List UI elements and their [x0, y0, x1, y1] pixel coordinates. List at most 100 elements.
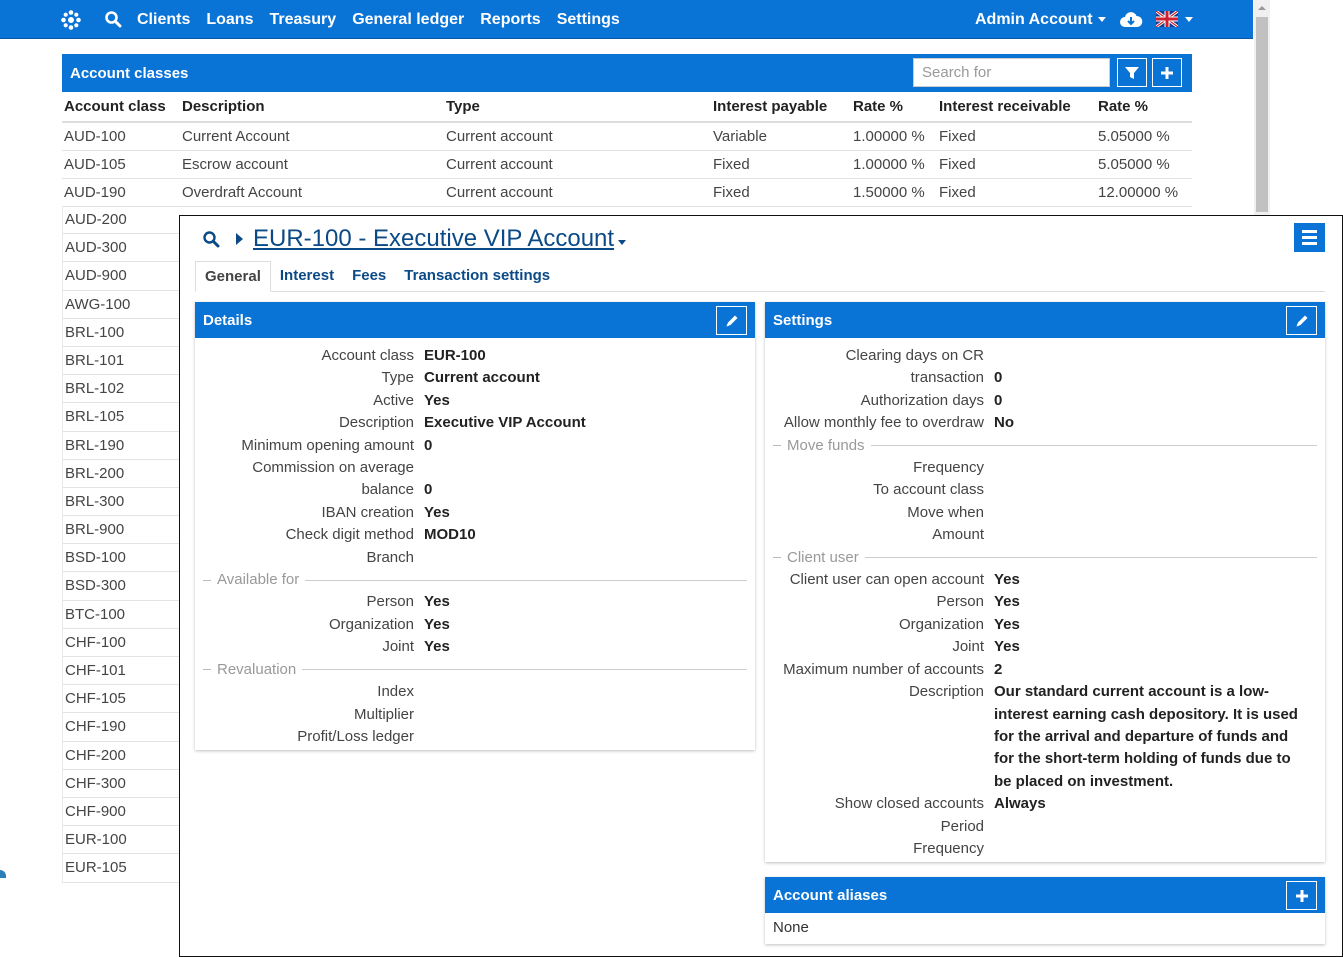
field-value: Yes [424, 638, 450, 656]
col-rate-payable[interactable]: Rate % [851, 92, 937, 123]
list-item[interactable]: BRL-300 [63, 488, 180, 517]
details-card: Details Account class EUR-100 Type Current … [195, 302, 755, 750]
caret-right-icon[interactable] [236, 233, 243, 245]
scrollbar-thumb[interactable] [1256, 17, 1268, 212]
list-item[interactable]: BRL-102 [63, 375, 180, 404]
list-item[interactable]: CHF-105 [63, 685, 180, 714]
table-header-row: Account class Description Type Interest … [62, 92, 1192, 123]
user-menu[interactable]: Admin Account [975, 0, 1106, 39]
scroll-up-arrow-icon[interactable] [1258, 6, 1266, 10]
list-item[interactable]: AUD-200 [63, 206, 180, 235]
list-item[interactable]: BRL-105 [63, 403, 180, 432]
field-row: Organization Yes [195, 614, 755, 636]
field-label: Description [908, 683, 984, 701]
list-item[interactable]: CHF-190 [63, 713, 180, 742]
field-value: 0 [424, 481, 433, 499]
field-row: To account class [765, 479, 1325, 501]
list-item[interactable]: BSD-100 [63, 544, 180, 573]
detail-title[interactable]: EUR-100 - Executive VIP Account [253, 225, 614, 253]
list-item[interactable]: CHF-900 [63, 798, 180, 827]
main-menu: Clients Loans Treasury General ledger Re… [137, 0, 620, 39]
field-label: Person [366, 593, 414, 611]
search-icon[interactable] [202, 230, 220, 248]
field-row: Person Yes [195, 591, 755, 613]
table-row[interactable]: AUD-105 Escrow account Current account F… [62, 150, 1192, 179]
nav-general-ledger[interactable]: General ledger [352, 11, 464, 29]
field-value: Yes [424, 503, 450, 521]
settings-card-header: Settings [765, 302, 1325, 338]
field-value: EUR-100 [424, 347, 486, 364]
field-row: Maximum number of accounts 2 [765, 659, 1325, 681]
field-label: Minimum opening amount [241, 436, 414, 454]
list-item[interactable]: AUD-300 [63, 234, 180, 263]
list-item[interactable]: AWG-100 [63, 291, 180, 319]
edit-settings-button[interactable] [1286, 306, 1317, 335]
tab-fees[interactable]: Fees [343, 261, 395, 291]
list-item[interactable]: BRL-900 [63, 516, 180, 545]
col-interest-receivable[interactable]: Interest receivable [937, 92, 1096, 123]
list-item[interactable]: CHF-300 [63, 770, 180, 798]
nav-loans[interactable]: Loans [206, 11, 253, 29]
uk-flag-icon[interactable] [1156, 11, 1178, 27]
nav-settings[interactable]: Settings [557, 11, 620, 29]
plus-icon [1295, 889, 1308, 902]
field-value: Current account [424, 369, 540, 387]
hamburger-menu-button[interactable] [1294, 223, 1325, 252]
col-account-class[interactable]: Account class [62, 92, 180, 123]
page-scrollbar[interactable] [1254, 0, 1270, 215]
field-row: Index [195, 681, 755, 703]
list-item[interactable]: BSD-300 [63, 572, 180, 601]
list-item[interactable]: BRL-200 [63, 460, 180, 488]
edit-details-button[interactable] [716, 306, 747, 335]
language-chevron-icon[interactable] [1185, 17, 1193, 22]
field-value [424, 681, 755, 703]
tab-general[interactable]: General [195, 261, 271, 292]
field-row: Frequency [765, 457, 1325, 479]
field-label: Allow monthly fee to overdraw [783, 414, 984, 432]
field-row: transaction 0 [765, 367, 1325, 389]
list-item[interactable]: AUD-900 [63, 262, 180, 291]
search-icon[interactable] [104, 10, 122, 28]
field-label: Authorization days [860, 391, 984, 409]
nav-treasury[interactable]: Treasury [269, 11, 336, 29]
table-row[interactable]: AUD-100 Current Account Current account … [62, 122, 1192, 151]
add-alias-button[interactable] [1286, 881, 1317, 910]
table-row[interactable]: AUD-190 Overdraft Account Current accoun… [62, 178, 1192, 207]
col-rate-receivable[interactable]: Rate % [1096, 92, 1192, 123]
col-description[interactable]: Description [180, 92, 444, 123]
col-type[interactable]: Type [444, 92, 711, 123]
search-input[interactable] [913, 58, 1110, 87]
list-item[interactable]: EUR-105 [63, 854, 180, 883]
list-item[interactable]: BRL-100 [63, 319, 180, 347]
list-item[interactable]: CHF-100 [63, 629, 180, 657]
add-account-class-button[interactable] [1152, 58, 1182, 87]
col-interest-payable[interactable]: Interest payable [711, 92, 851, 123]
field-row: Joint Yes [195, 636, 755, 658]
snowflake-logo-icon[interactable] [60, 9, 82, 31]
field-value: Yes [994, 638, 1020, 656]
list-item[interactable]: BTC-100 [63, 601, 180, 629]
nav-reports[interactable]: Reports [480, 11, 540, 29]
filter-button[interactable] [1117, 58, 1147, 87]
list-item[interactable]: BRL-190 [63, 432, 180, 460]
field-label: balance [361, 481, 414, 499]
field-label: Joint [952, 638, 984, 656]
tab-transaction-settings[interactable]: Transaction settings [395, 261, 559, 291]
list-item[interactable]: CHF-101 [63, 657, 180, 686]
field-value: Yes [994, 593, 1020, 611]
nav-clients[interactable]: Clients [137, 11, 190, 29]
cell: Fixed [711, 178, 851, 207]
list-item[interactable]: BRL-101 [63, 347, 180, 376]
chevron-down-icon[interactable] [618, 239, 627, 245]
field-value: 2 [994, 660, 1003, 678]
settings-fields: Clearing days on CR transaction 0 Authoriza… [765, 338, 1325, 860]
list-item[interactable]: CHF-200 [63, 742, 180, 770]
plus-icon [1161, 66, 1173, 79]
section-title: Client user [787, 548, 859, 566]
tab-interest[interactable]: Interest [271, 261, 343, 291]
field-row: Authorization days 0 [765, 390, 1325, 412]
divider [302, 669, 747, 671]
cloud-download-icon[interactable] [1119, 10, 1143, 30]
cell: Variable [711, 122, 851, 151]
list-item[interactable]: EUR-100 [63, 826, 180, 855]
